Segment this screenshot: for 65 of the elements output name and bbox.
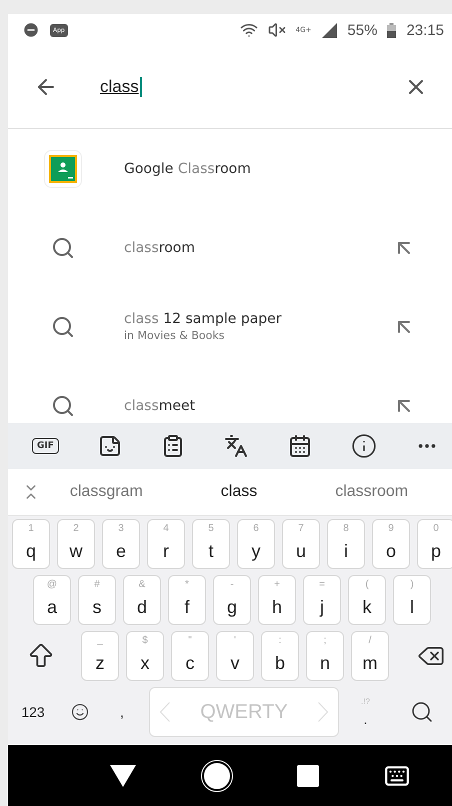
key[interactable]: & d <box>123 575 161 625</box>
chevron-right-icon <box>318 702 328 722</box>
key[interactable]: 0 p <box>417 519 452 569</box>
key[interactable]: = j <box>303 575 341 625</box>
back-nav-button[interactable] <box>110 764 136 786</box>
suggestion-text: classroom <box>124 240 196 256</box>
suggestion-row[interactable]: classmeet <box>8 366 452 423</box>
translate-button[interactable] <box>224 434 248 458</box>
battery-level: 55% <box>347 22 378 38</box>
key[interactable]: 2 w <box>57 519 95 569</box>
key[interactable]: 5 t <box>192 519 230 569</box>
wifi-icon <box>240 21 258 39</box>
key[interactable]: 6 y <box>237 519 275 569</box>
gif-button[interactable]: GIF <box>32 438 59 454</box>
suggestion-text: class 12 sample paper <box>124 311 283 327</box>
key[interactable]: 7 u <box>282 519 320 569</box>
home-nav-button[interactable] <box>200 760 233 792</box>
recents-nav-button[interactable] <box>297 764 320 786</box>
word-suggestion[interactable]: classroom <box>305 483 438 501</box>
key[interactable]: ) l <box>393 575 431 625</box>
clock: 23:15 <box>406 22 444 38</box>
key[interactable]: @ a <box>33 575 71 625</box>
search-icon <box>51 236 75 260</box>
numbers-key[interactable]: 123 <box>21 704 45 720</box>
key[interactable]: 3 e <box>102 519 140 569</box>
key[interactable]: $ x <box>126 631 164 681</box>
key[interactable]: + h <box>258 575 296 625</box>
search-key[interactable] <box>410 700 434 724</box>
key[interactable]: # s <box>78 575 116 625</box>
suggestion-text: classmeet <box>124 398 196 414</box>
key[interactable]: * f <box>168 575 206 625</box>
sticker-button[interactable] <box>98 434 122 458</box>
key[interactable]: 9 o <box>372 519 410 569</box>
info-button[interactable] <box>350 433 377 459</box>
search-icon <box>51 394 75 418</box>
suggestion-row[interactable]: Google Classroom <box>8 129 452 208</box>
suggestion-row[interactable]: classroom <box>8 208 452 287</box>
key[interactable]: " c <box>171 631 209 681</box>
key[interactable]: ; n <box>306 631 344 681</box>
key[interactable]: ' v <box>216 631 254 681</box>
suggestion-text: Google Classroom <box>124 160 252 176</box>
do-not-disturb-icon <box>22 21 40 39</box>
key[interactable]: 4 r <box>147 519 185 569</box>
calendar-button[interactable] <box>288 434 312 458</box>
key[interactable]: : b <box>261 631 299 681</box>
battery-icon <box>387 22 396 38</box>
classroom-app-icon[interactable] <box>44 150 82 188</box>
signal-icon <box>321 22 338 38</box>
key[interactable]: - g <box>213 575 251 625</box>
word-suggestion[interactable]: classgram <box>40 483 173 501</box>
mute-icon <box>268 21 286 39</box>
suggestion-row[interactable]: class 12 sample paper in Movies & Books <box>8 287 452 366</box>
suggestion-subtitle: in Movies & Books <box>124 329 226 342</box>
key[interactable]: 8 i <box>327 519 365 569</box>
key[interactable]: ( k <box>348 575 386 625</box>
key[interactable]: / m <box>351 631 389 681</box>
comma-key[interactable]: , <box>120 704 124 720</box>
period-key[interactable]: .!? . <box>346 687 385 737</box>
emoji-key[interactable] <box>71 703 89 721</box>
chevron-left-icon <box>160 702 170 722</box>
word-suggestion[interactable]: class <box>172 483 306 501</box>
search-icon <box>51 314 75 338</box>
key[interactable]: 1 q <box>12 519 50 569</box>
search-field[interactable]: class <box>100 77 142 97</box>
key[interactable]: _ z <box>81 631 119 681</box>
